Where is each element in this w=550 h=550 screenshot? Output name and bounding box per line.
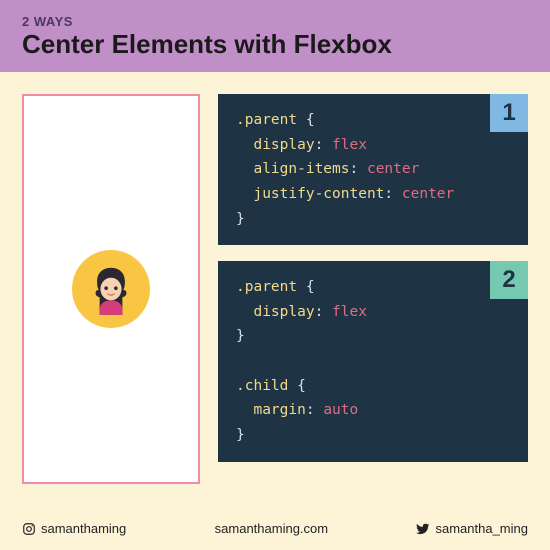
demo-parent-box — [22, 94, 200, 484]
code-line: .parent { — [236, 275, 514, 300]
header: 2 WAYS Center Elements with Flexbox — [0, 0, 550, 72]
code-block-2: 2 .parent { display: flex } .child { mar… — [218, 261, 528, 461]
code-line: margin: auto — [236, 398, 514, 423]
code-block-1: 1 .parent { display: flex align-items: c… — [218, 94, 528, 245]
twitter-icon — [416, 522, 430, 536]
code-column: 1 .parent { display: flex align-items: c… — [218, 94, 528, 503]
footer: samanthaming samanthaming.com samantha_m… — [0, 513, 550, 550]
code-line: } — [236, 324, 514, 349]
code-line: } — [236, 423, 514, 448]
code-line: display: flex — [236, 133, 514, 158]
badge-one: 1 — [490, 94, 528, 132]
avatar-icon — [85, 263, 137, 315]
twitter-text: samantha_ming — [435, 521, 528, 536]
main-content: 1 .parent { display: flex align-items: c… — [0, 72, 550, 513]
page-title: Center Elements with Flexbox — [22, 29, 528, 60]
code-line: } — [236, 207, 514, 232]
twitter-handle: samantha_ming — [416, 521, 528, 536]
code-line: .parent { — [236, 108, 514, 133]
demo-column — [22, 94, 200, 503]
code-line: align-items: center — [236, 157, 514, 182]
instagram-text: samanthaming — [41, 521, 126, 536]
subtitle: 2 WAYS — [22, 14, 528, 29]
code-line: .child { — [236, 374, 514, 399]
avatar — [72, 250, 150, 328]
badge-two: 2 — [490, 261, 528, 299]
instagram-icon — [22, 522, 36, 536]
code-line: display: flex — [236, 300, 514, 325]
code-line: justify-content: center — [236, 182, 514, 207]
code-line — [236, 349, 514, 374]
website-link: samanthaming.com — [215, 521, 328, 536]
instagram-handle: samanthaming — [22, 521, 126, 536]
